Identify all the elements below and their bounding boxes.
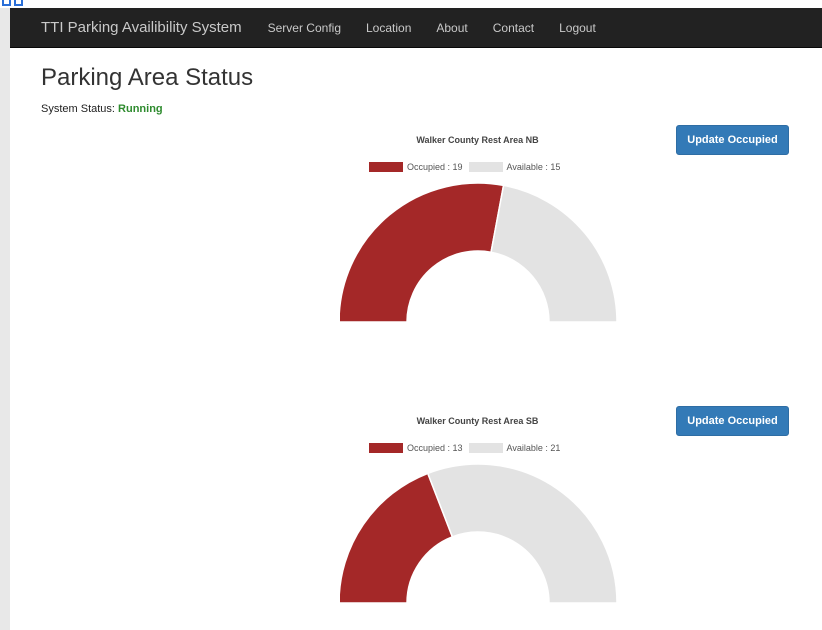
- parking-chart-sb: Walker County Rest Area SB Occupied : 13…: [10, 281, 822, 604]
- chart-legend: Occupied : 19 Available : 15: [369, 162, 566, 172]
- legend-occupied: Occupied : 13: [369, 443, 463, 453]
- chart-title: Walker County Rest Area SB: [416, 416, 539, 426]
- legend-occupied-label: Occupied : 19: [407, 162, 463, 172]
- legend-available: Available : 15: [468, 162, 561, 172]
- legend-available-label: Available : 21: [506, 443, 561, 453]
- legend-occupied: Occupied : 19: [369, 162, 463, 172]
- legend-swatch-occupied: [369, 162, 403, 172]
- window-left-edge: [0, 0, 10, 630]
- available-segment: [426, 464, 618, 604]
- chart-title: Walker County Rest Area NB: [416, 135, 539, 145]
- update-occupied-button[interactable]: Update Occupied: [676, 406, 789, 436]
- legend-available-label: Available : 15: [506, 162, 561, 172]
- half-donut-chart: [340, 464, 618, 604]
- legend-occupied-label: Occupied : 13: [407, 443, 463, 453]
- update-occupied-button[interactable]: Update Occupied: [676, 125, 789, 155]
- legend-swatch-available: [468, 443, 503, 453]
- legend-swatch-available: [468, 162, 503, 172]
- chart-legend: Occupied : 13 Available : 21: [369, 443, 566, 453]
- legend-available: Available : 21: [468, 443, 561, 453]
- parking-chart-nb: Walker County Rest Area NB Occupied : 19…: [10, 0, 822, 323]
- legend-swatch-occupied: [369, 443, 403, 453]
